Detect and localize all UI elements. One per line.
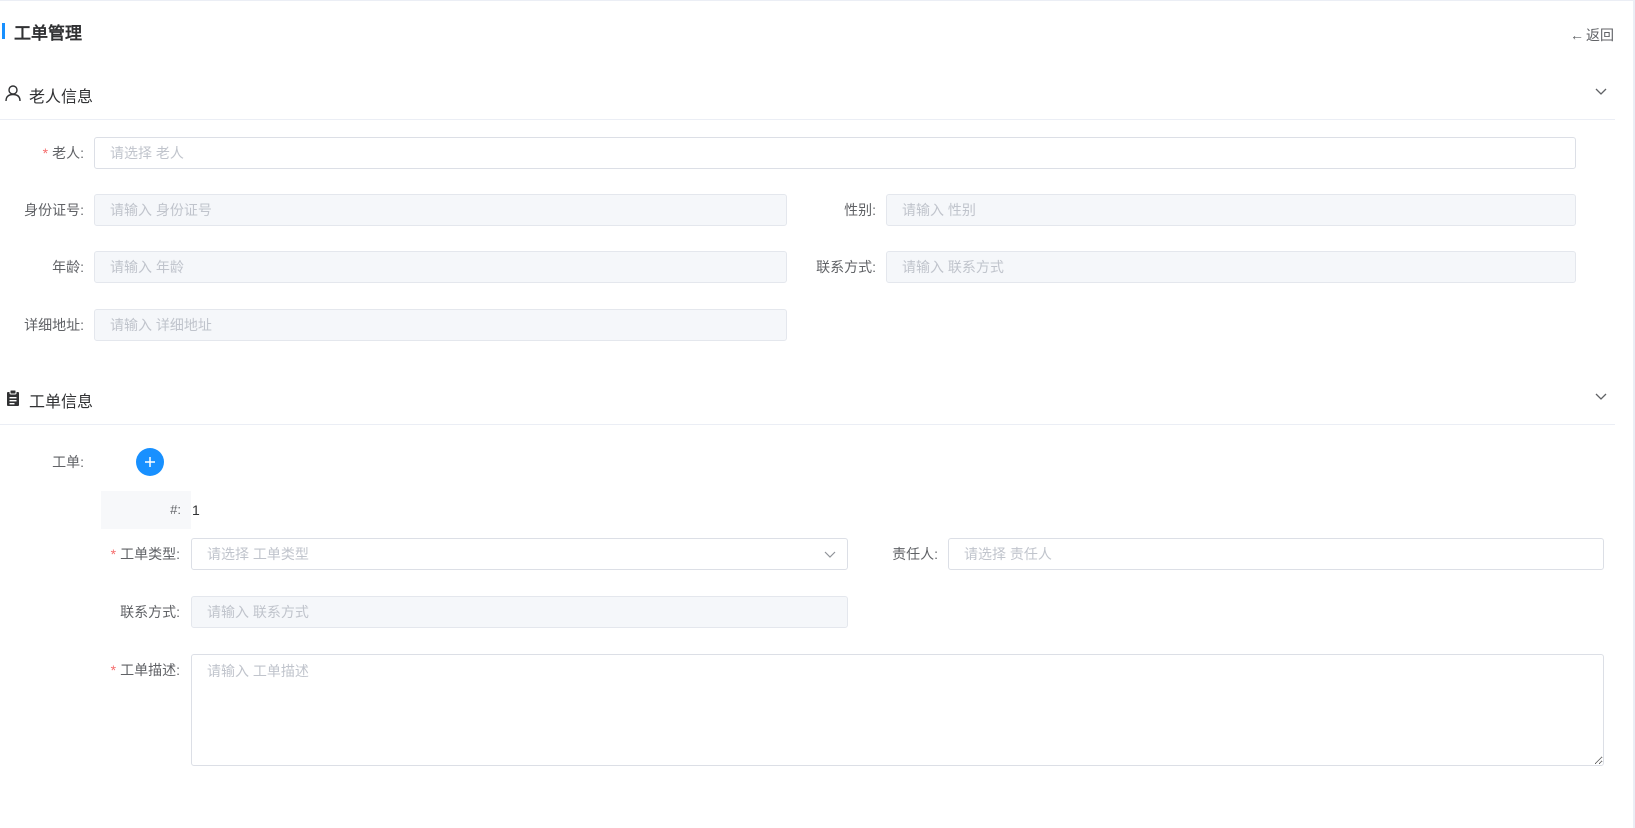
description-textarea[interactable]	[191, 654, 1604, 766]
user-icon	[5, 85, 21, 102]
gender-label: 性别:	[844, 202, 876, 218]
back-label: 返回	[1586, 27, 1614, 43]
address-input[interactable]: 请输入 详细地址	[94, 309, 787, 341]
contact-label: 联系方式:	[816, 259, 876, 275]
assignee-label: 责任人:	[892, 546, 938, 562]
order-type-label: * 工单类型:	[110, 546, 180, 562]
chevron-down-icon	[824, 551, 836, 558]
page-header: 工单管理 ← 返回	[0, 1, 1635, 61]
orders-label: 工单:	[52, 454, 84, 470]
order-type-select[interactable]: 请选择 工单类型	[191, 538, 848, 570]
order-index-label: #:	[170, 502, 181, 517]
clipboard-icon	[7, 389, 19, 406]
age-label: 年龄:	[52, 259, 84, 275]
elder-select[interactable]: 请选择 老人	[94, 137, 1576, 169]
order-section-header[interactable]: 工单信息	[0, 376, 1615, 425]
page-title: 工单管理	[14, 24, 82, 43]
id-number-label: 身份证号:	[24, 202, 84, 218]
back-button[interactable]: ← 返回	[1570, 25, 1614, 45]
arrow-left-icon: ←	[1570, 27, 1584, 43]
elder-label: * 老人:	[42, 145, 84, 161]
id-number-input[interactable]: 请输入 身份证号	[94, 194, 787, 226]
page: 工单管理 ← 返回 老人信息 * 老人: 请选择 老人 身份证号: 请输入 身份证…	[0, 0, 1635, 828]
elder-section-title: 老人信息	[29, 89, 94, 106]
order-index-cell: #:	[101, 491, 191, 529]
gender-input[interactable]: 请输入 性别	[886, 194, 1576, 226]
elder-section-header[interactable]: 老人信息	[0, 71, 1615, 120]
plus-icon	[145, 457, 155, 467]
order-section-title: 工单信息	[29, 394, 94, 411]
description-label: * 工单描述:	[110, 662, 180, 678]
order-index-value: 1	[192, 502, 200, 518]
title-accent-bar	[2, 23, 5, 39]
order-contact-label: 联系方式:	[120, 604, 180, 620]
chevron-down-icon[interactable]	[1593, 81, 1609, 101]
add-order-button[interactable]	[136, 448, 164, 476]
order-contact-input[interactable]: 请输入 联系方式	[191, 596, 848, 628]
assignee-select[interactable]: 请选择 责任人	[948, 538, 1604, 570]
contact-input[interactable]: 请输入 联系方式	[886, 251, 1576, 283]
address-label: 详细地址:	[24, 317, 84, 333]
age-input[interactable]: 请输入 年龄	[94, 251, 787, 283]
chevron-down-icon[interactable]	[1593, 386, 1609, 406]
